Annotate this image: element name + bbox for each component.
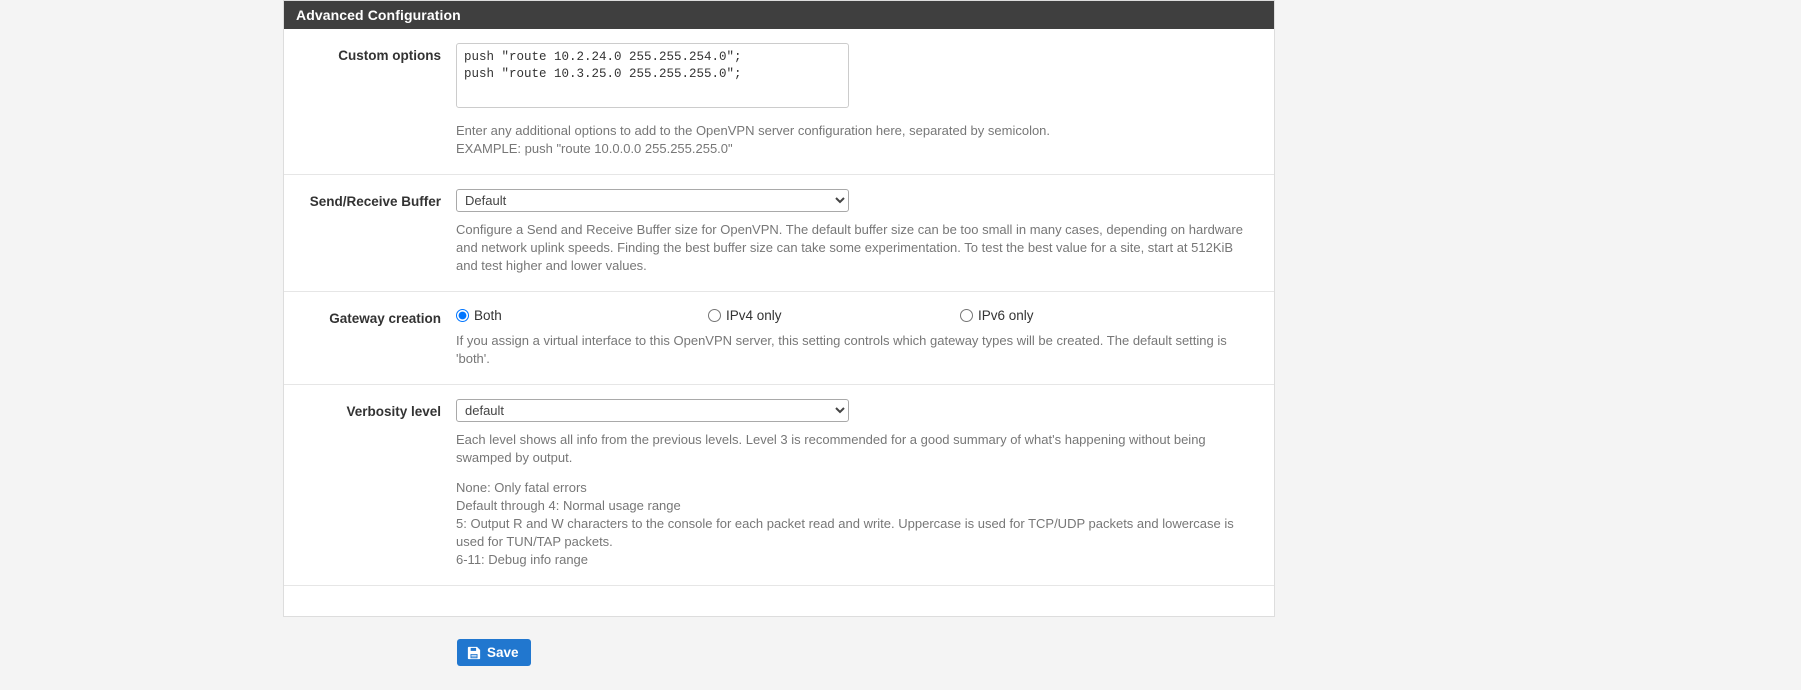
verbosity-level-help-line-3: 6-11: Debug info range	[456, 552, 589, 567]
gateway-option-both-label: Both	[474, 308, 502, 323]
custom-options-help-line-1: Enter any additional options to add to t…	[456, 123, 1051, 138]
gateway-option-ipv6-only-radio[interactable]	[960, 309, 973, 322]
verbosity-level-help-line-1: Default through 4: Normal usage range	[456, 498, 681, 513]
custom-options-help-line-2: EXAMPLE: push "route 10.0.0.0 255.255.25…	[456, 141, 733, 156]
gateway-creation-help: If you assign a virtual interface to thi…	[456, 333, 1227, 366]
custom-options-textarea[interactable]: push "route 10.2.24.0 255.255.254.0"; pu…	[456, 43, 849, 108]
save-button-label: Save	[487, 645, 519, 660]
help-spacer	[456, 467, 1258, 479]
verbosity-level-help-intro: Each level shows all info from the previ…	[456, 432, 1206, 465]
verbosity-level-help-line-0: None: Only fatal errors	[456, 480, 587, 495]
custom-options-help: Enter any additional options to add to t…	[456, 122, 1258, 158]
gateway-option-both[interactable]: Both	[456, 308, 708, 323]
custom-options-label: Custom options	[338, 48, 441, 63]
gateway-option-ipv4-only-label: IPv4 only	[726, 308, 782, 323]
form-row-gateway-creation: Gateway creation Both IPv4 only IPv6 onl…	[284, 292, 1274, 385]
custom-options-controls: push "route 10.2.24.0 255.255.254.0"; pu…	[456, 43, 1274, 158]
panel-title: Advanced Configuration	[296, 7, 461, 23]
trailing-spacer-label	[284, 594, 456, 608]
form-row-custom-options: Custom options push "route 10.2.24.0 255…	[284, 29, 1274, 175]
gateway-option-ipv4-only-radio[interactable]	[708, 309, 721, 322]
verbosity-level-help-line-2: 5: Output R and W characters to the cons…	[456, 516, 1234, 549]
verbosity-level-label: Verbosity level	[346, 404, 441, 419]
send-receive-buffer-help: Configure a Send and Receive Buffer size…	[456, 222, 1243, 273]
send-receive-buffer-select[interactable]: Default	[456, 189, 849, 212]
send-receive-buffer-controls: Default Configure a Send and Receive Buf…	[456, 189, 1274, 275]
gateway-option-both-radio[interactable]	[456, 309, 469, 322]
gateway-creation-radio-group: Both IPv4 only IPv6 only	[456, 306, 1258, 323]
panel-heading: Advanced Configuration	[284, 1, 1274, 29]
verbosity-level-controls: default Each level shows all info from t…	[456, 399, 1274, 569]
save-bar: Save	[283, 639, 1275, 666]
panel-body: Custom options push "route 10.2.24.0 255…	[284, 29, 1274, 616]
send-receive-buffer-label: Send/Receive Buffer	[309, 194, 441, 209]
gateway-creation-label: Gateway creation	[329, 311, 441, 326]
form-row-verbosity-level: Verbosity level default Each level shows…	[284, 385, 1274, 586]
gateway-option-ipv6-only-label: IPv6 only	[978, 308, 1034, 323]
verbosity-level-select[interactable]: default	[456, 399, 849, 422]
form-row-trailing-spacer	[284, 586, 1274, 616]
gateway-creation-controls: Both IPv4 only IPv6 only If you assign a…	[456, 306, 1274, 368]
gateway-option-ipv6-only[interactable]: IPv6 only	[960, 308, 1212, 323]
save-button[interactable]: Save	[457, 639, 531, 666]
gateway-option-ipv4-only[interactable]: IPv4 only	[708, 308, 960, 323]
advanced-configuration-panel: Advanced Configuration Custom options pu…	[283, 0, 1275, 617]
floppy-disk-icon	[467, 646, 481, 660]
form-row-send-receive-buffer: Send/Receive Buffer Default Configure a …	[284, 175, 1274, 292]
verbosity-level-help: Each level shows all info from the previ…	[456, 431, 1258, 569]
trailing-spacer-controls	[456, 594, 1274, 608]
advanced-configuration-page: Advanced Configuration Custom options pu…	[283, 0, 1275, 666]
